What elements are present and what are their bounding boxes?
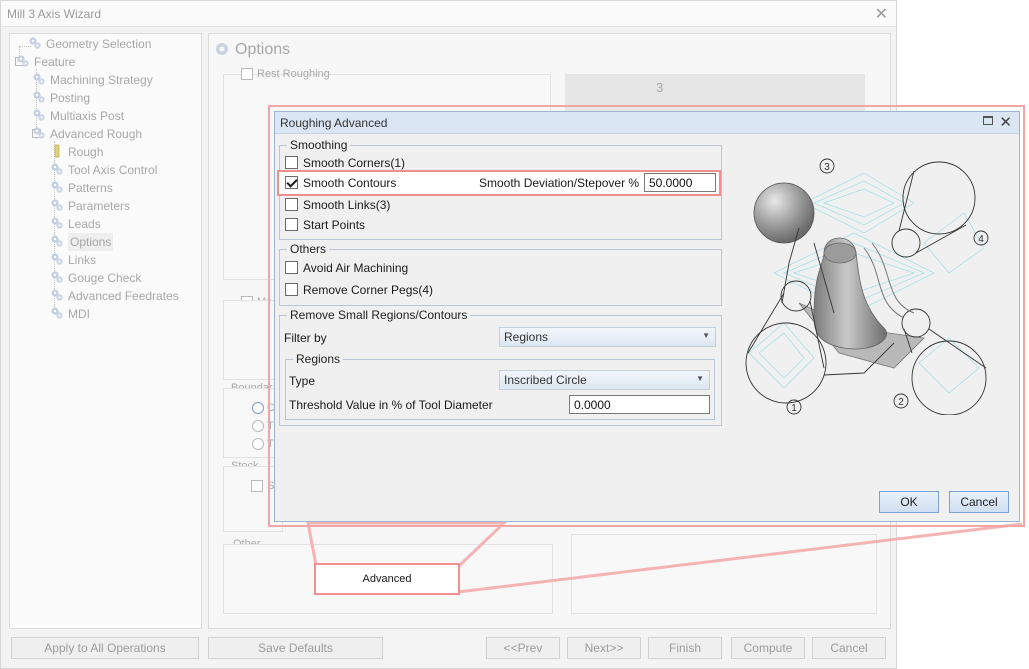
dialog-titlebar: Roughing Advanced ✕ <box>275 112 1019 134</box>
remove-corner-pegs-label: Remove Corner Pegs(4) <box>303 283 434 297</box>
smoothing-legend: Smoothing <box>290 138 348 152</box>
chevron-down-icon: ▼ <box>696 374 704 383</box>
smooth-contours-checkbox[interactable]: Smooth Contours <box>285 174 396 192</box>
filter-by-select[interactable]: Regions ▼ <box>499 327 716 347</box>
checkbox-box[interactable] <box>285 218 298 231</box>
checkbox-box[interactable] <box>285 283 298 296</box>
remove-small-regions-legend: Remove Small Regions/Contours <box>290 308 468 322</box>
callout-label: 2 <box>898 397 904 408</box>
roughing-illustration: 3 4 1 2 <box>745 158 989 415</box>
chevron-down-icon: ▼ <box>702 331 710 340</box>
regions-legend: Regions <box>296 352 341 366</box>
smooth-corners-label: Smooth Corners(1) <box>303 156 406 170</box>
checkbox-box[interactable] <box>285 198 298 211</box>
type-select[interactable]: Inscribed Circle ▼ <box>499 370 710 390</box>
advanced-button[interactable]: Advanced <box>316 565 458 593</box>
ok-button[interactable]: OK <box>879 491 939 513</box>
avoid-air-machining-checkbox[interactable]: Avoid Air Machining <box>285 259 408 277</box>
type-value: Inscribed Circle <box>504 373 587 387</box>
callout-label: 4 <box>978 234 984 245</box>
smooth-contours-label: Smooth Contours <box>303 176 397 190</box>
remove-corner-pegs-checkbox[interactable]: Remove Corner Pegs(4) <box>285 281 433 299</box>
type-label: Type <box>289 374 316 388</box>
callout-label: 3 <box>824 162 830 173</box>
callout-label: 1 <box>791 403 797 414</box>
threshold-input[interactable] <box>569 395 710 414</box>
smooth-links-checkbox[interactable]: Smooth Links(3) <box>285 196 390 214</box>
checkbox-box[interactable] <box>285 156 298 169</box>
smooth-contours-row: Smooth Contours Smooth Deviation/Stepove… <box>277 170 721 196</box>
filter-by-value: Regions <box>504 330 549 344</box>
others-legend: Others <box>290 242 327 256</box>
checkbox-box[interactable] <box>285 261 298 274</box>
start-points-label: Start Points <box>303 218 366 232</box>
start-points-checkbox[interactable]: Start Points <box>285 216 365 234</box>
smooth-deviation-input[interactable] <box>644 173 716 192</box>
avoid-air-machining-label: Avoid Air Machining <box>303 261 409 275</box>
maximize-icon[interactable] <box>983 116 993 125</box>
filter-by-label: Filter by <box>284 331 327 345</box>
smooth-deviation-label: Smooth Deviation/Stepover % <box>479 176 640 190</box>
smooth-links-label: Smooth Links(3) <box>303 198 391 212</box>
dialog-cancel-button[interactable]: Cancel <box>949 491 1009 513</box>
threshold-label: Threshold Value in % of Tool Diameter <box>289 398 493 412</box>
dialog-title: Roughing Advanced <box>280 116 388 130</box>
close-icon[interactable]: ✕ <box>999 113 1012 131</box>
checkbox-box[interactable] <box>285 176 298 189</box>
